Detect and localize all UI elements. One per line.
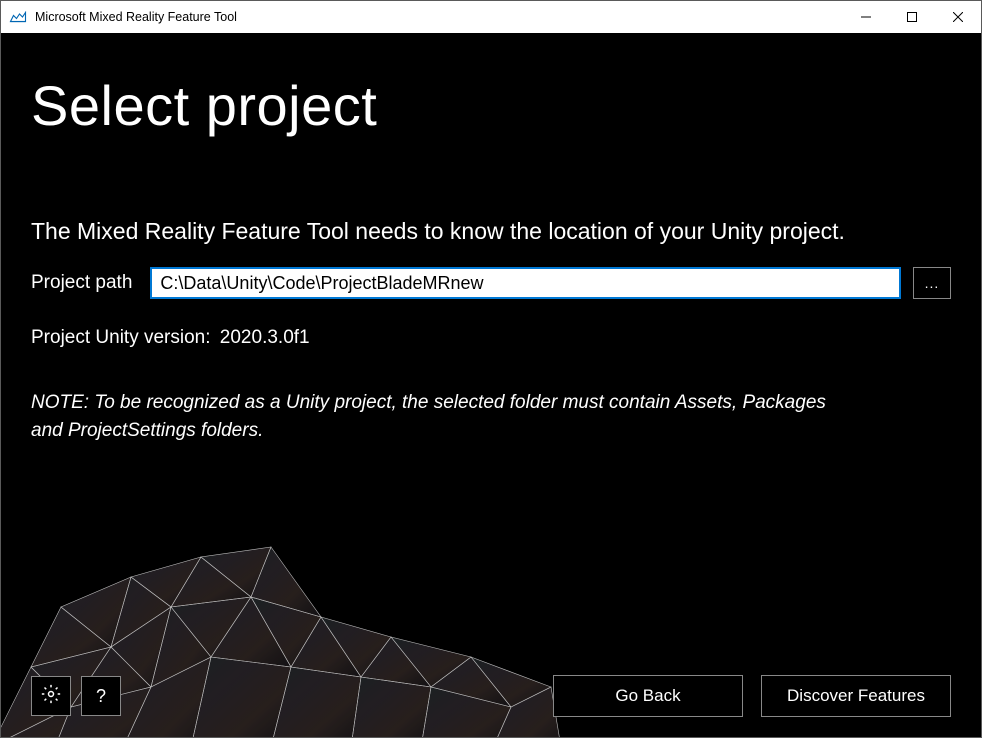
go-back-button[interactable]: Go Back [553, 675, 743, 717]
help-icon: ? [96, 686, 106, 707]
bottom-bar: ? Go Back Discover Features [31, 675, 951, 717]
project-note: NOTE: To be recognized as a Unity projec… [1, 349, 901, 444]
page-title: Select project [1, 33, 981, 138]
minimize-button[interactable] [843, 1, 889, 33]
window-title: Microsoft Mixed Reality Feature Tool [35, 10, 843, 24]
titlebar: Microsoft Mixed Reality Feature Tool [1, 1, 981, 33]
project-path-input[interactable] [150, 267, 901, 299]
content-area: Select project The Mixed Reality Feature… [1, 33, 981, 737]
utility-buttons: ? [31, 676, 121, 716]
window-controls [843, 1, 981, 33]
project-version-value: 2020.3.0f1 [220, 327, 310, 348]
project-version-label: Project Unity version: [31, 327, 211, 348]
browse-button[interactable]: ... [913, 267, 951, 299]
settings-button[interactable] [31, 676, 71, 716]
app-window: Microsoft Mixed Reality Feature Tool Sel… [0, 0, 982, 738]
close-button[interactable] [935, 1, 981, 33]
maximize-button[interactable] [889, 1, 935, 33]
app-icon [9, 10, 27, 24]
project-path-row: Project path ... [1, 245, 981, 299]
action-buttons: Go Back Discover Features [553, 675, 951, 717]
discover-features-button[interactable]: Discover Features [761, 675, 951, 717]
project-path-label: Project path [31, 272, 132, 294]
gear-icon [41, 684, 61, 709]
help-button[interactable]: ? [81, 676, 121, 716]
instruction-text: The Mixed Reality Feature Tool needs to … [1, 138, 981, 245]
project-version-row: Project Unity version: 2020.3.0f1 [1, 299, 981, 349]
